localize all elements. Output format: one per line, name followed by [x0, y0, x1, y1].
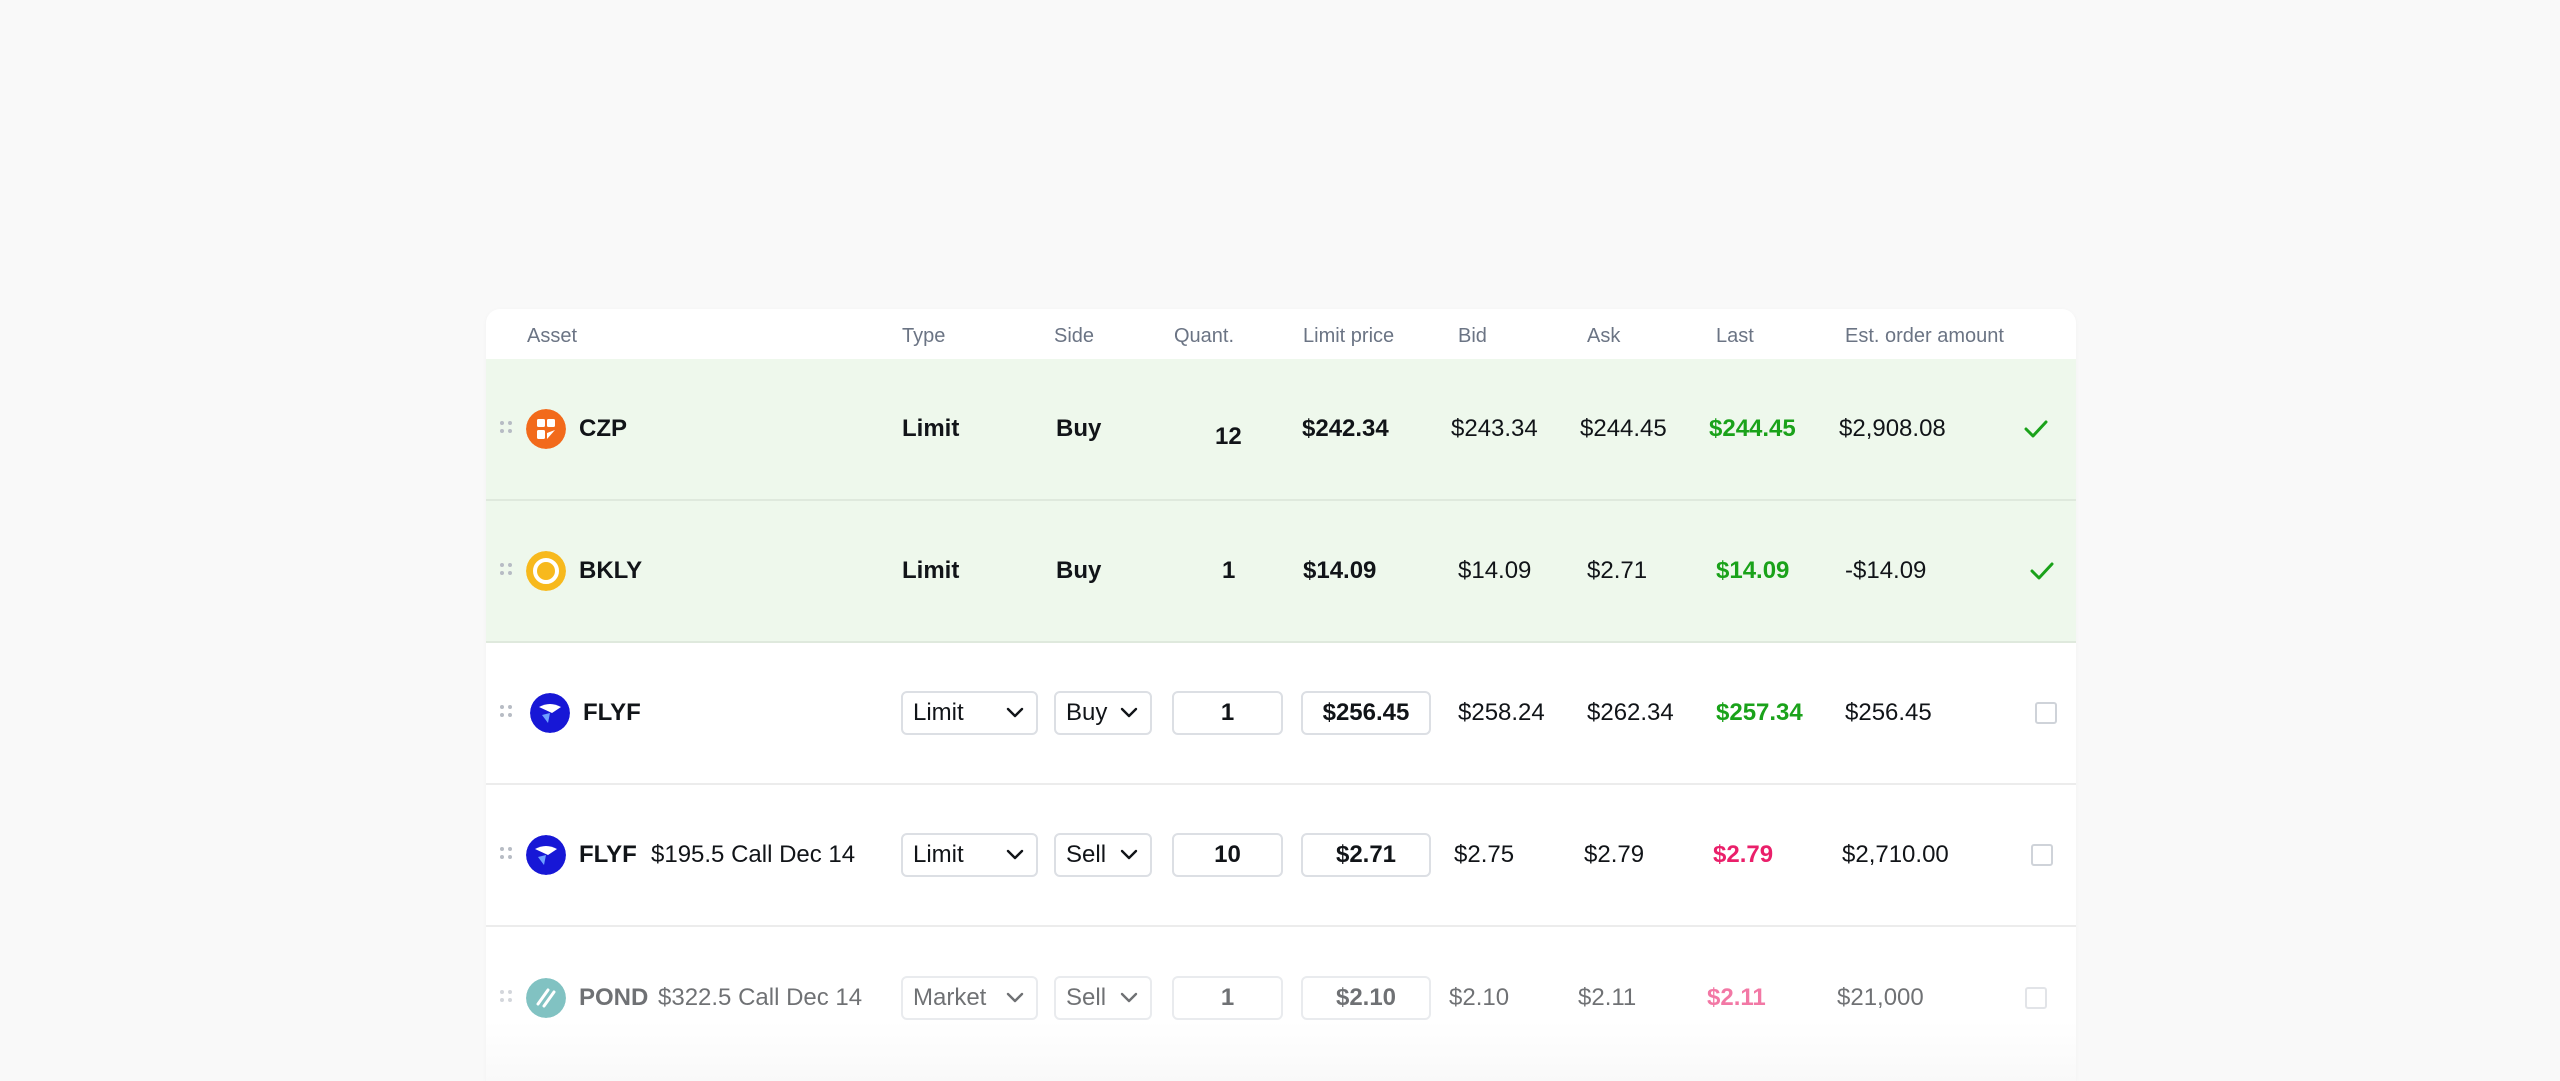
ask-price: $2.71 — [1587, 557, 1648, 584]
drag-handle-icon[interactable] — [500, 563, 514, 579]
bid-price: $258.24 — [1458, 699, 1545, 726]
limit-price-input[interactable]: $256.45 — [1301, 691, 1431, 735]
flyf-logo-icon — [526, 835, 566, 875]
quantity-input[interactable]: 1 — [1172, 691, 1283, 735]
order-type-select[interactable]: Market — [901, 976, 1038, 1020]
order-side: Buy — [1056, 415, 1102, 442]
asset-ticker: POND — [579, 984, 649, 1011]
limit-price: $242.34 — [1302, 415, 1389, 442]
option-contract: $322.5 Call Dec 14 — [658, 984, 863, 1011]
order-side-value: Sell — [1066, 841, 1107, 868]
column-header-quant: Quant. — [1174, 325, 1235, 347]
row-select-checkbox[interactable] — [2035, 702, 2057, 724]
drag-handle-icon[interactable] — [500, 421, 514, 437]
last-price: $257.34 — [1716, 699, 1803, 726]
order-type-select[interactable]: Limit — [901, 691, 1038, 735]
est-order-amount: -$14.09 — [1845, 557, 1927, 584]
order-side-value: Sell — [1066, 984, 1107, 1011]
bid-price: $2.10 — [1449, 984, 1510, 1011]
order-type-value: Limit — [913, 841, 964, 868]
chevron-down-icon — [1006, 992, 1024, 1003]
ask-price: $2.11 — [1578, 984, 1637, 1011]
column-header-ask: Ask — [1587, 325, 1621, 347]
bid-price: $14.09 — [1458, 557, 1532, 584]
column-header-limit-price: Limit price — [1303, 325, 1395, 347]
asset-ticker: CZP — [579, 415, 627, 442]
flyf-logo-icon — [530, 693, 570, 733]
asset-ticker: FLYF — [579, 841, 637, 868]
limit-price: $14.09 — [1303, 557, 1377, 584]
table-row: BKLY Limit Buy 1 $14.09 $14.09 $2.71 $14… — [486, 501, 2076, 643]
drag-handle-icon[interactable] — [500, 847, 514, 863]
pond-logo-icon — [526, 978, 566, 1018]
table-row: CZP Limit Buy 12 $242.34 $243.34 $244.45… — [486, 359, 2076, 501]
bid-price: $2.75 — [1454, 841, 1515, 868]
drag-handle-icon[interactable] — [500, 990, 514, 1006]
drag-handle-icon[interactable] — [500, 705, 514, 721]
est-order-amount: $2,908.08 — [1839, 415, 1946, 442]
czp-logo-icon — [526, 409, 566, 449]
chevron-down-icon — [1006, 707, 1024, 718]
order-quantity: 12 — [1215, 423, 1242, 450]
est-order-amount: $2,710.00 — [1842, 841, 1949, 868]
checkmark-icon — [2024, 420, 2048, 438]
ask-price: $262.34 — [1587, 699, 1674, 726]
table-header: Asset Type Side Quant. Limit price Bid A… — [486, 309, 2076, 359]
column-header-type: Type — [902, 325, 946, 347]
order-type: Limit — [902, 557, 960, 584]
ask-price: $2.79 — [1584, 841, 1645, 868]
est-order-amount: $21,000 — [1837, 984, 1924, 1011]
order-side-value: Buy — [1066, 699, 1108, 726]
column-header-side: Side — [1054, 325, 1095, 347]
table-row: FLYF $195.5 Call Dec 14 Limit Sell 10 $2… — [486, 785, 2076, 927]
scroll-fade — [486, 1021, 2076, 1081]
row-select-checkbox[interactable] — [2025, 987, 2047, 1009]
bid-price: $243.34 — [1451, 415, 1538, 442]
chevron-down-icon — [1120, 707, 1138, 718]
chevron-down-icon — [1120, 992, 1138, 1003]
last-price: $14.09 — [1716, 557, 1790, 584]
column-header-asset: Asset — [527, 325, 578, 347]
bkly-logo-icon — [526, 551, 566, 591]
chevron-down-icon — [1006, 849, 1024, 860]
column-header-est-order-amount: Est. order amount — [1845, 325, 2004, 347]
quantity-input[interactable]: 10 — [1172, 833, 1283, 877]
order-type-value: Market — [913, 984, 987, 1011]
est-order-amount: $256.45 — [1845, 699, 1932, 726]
ask-price: $244.45 — [1580, 415, 1667, 442]
order-side-select[interactable]: Sell — [1054, 833, 1152, 877]
limit-price-input[interactable]: $2.10 — [1301, 976, 1431, 1020]
order-side-select[interactable]: Sell — [1054, 976, 1152, 1020]
column-header-last: Last — [1716, 325, 1754, 347]
chevron-down-icon — [1120, 849, 1138, 860]
order-side-select[interactable]: Buy — [1054, 691, 1152, 735]
order-type-value: Limit — [913, 699, 964, 726]
last-price: $244.45 — [1709, 415, 1796, 442]
limit-price-input[interactable]: $2.71 — [1301, 833, 1431, 877]
last-price: $2.79 — [1713, 841, 1774, 868]
checkmark-icon — [2030, 562, 2054, 580]
order-type: Limit — [902, 415, 960, 442]
order-type-select[interactable]: Limit — [901, 833, 1038, 877]
asset-ticker: BKLY — [579, 557, 643, 584]
quantity-input[interactable]: 1 — [1172, 976, 1283, 1020]
row-select-checkbox[interactable] — [2031, 844, 2053, 866]
table-row: FLYF Limit Buy 1 $256.45 $258.24 $262.34… — [486, 643, 2076, 785]
option-contract: $195.5 Call Dec 14 — [651, 841, 856, 868]
column-header-bid: Bid — [1458, 325, 1487, 347]
order-table: Asset Type Side Quant. Limit price Bid A… — [486, 309, 2076, 1081]
last-price: $2.11 — [1707, 984, 1766, 1011]
order-quantity: 1 — [1222, 557, 1236, 584]
order-side: Buy — [1056, 557, 1102, 584]
asset-ticker: FLYF — [583, 699, 641, 726]
